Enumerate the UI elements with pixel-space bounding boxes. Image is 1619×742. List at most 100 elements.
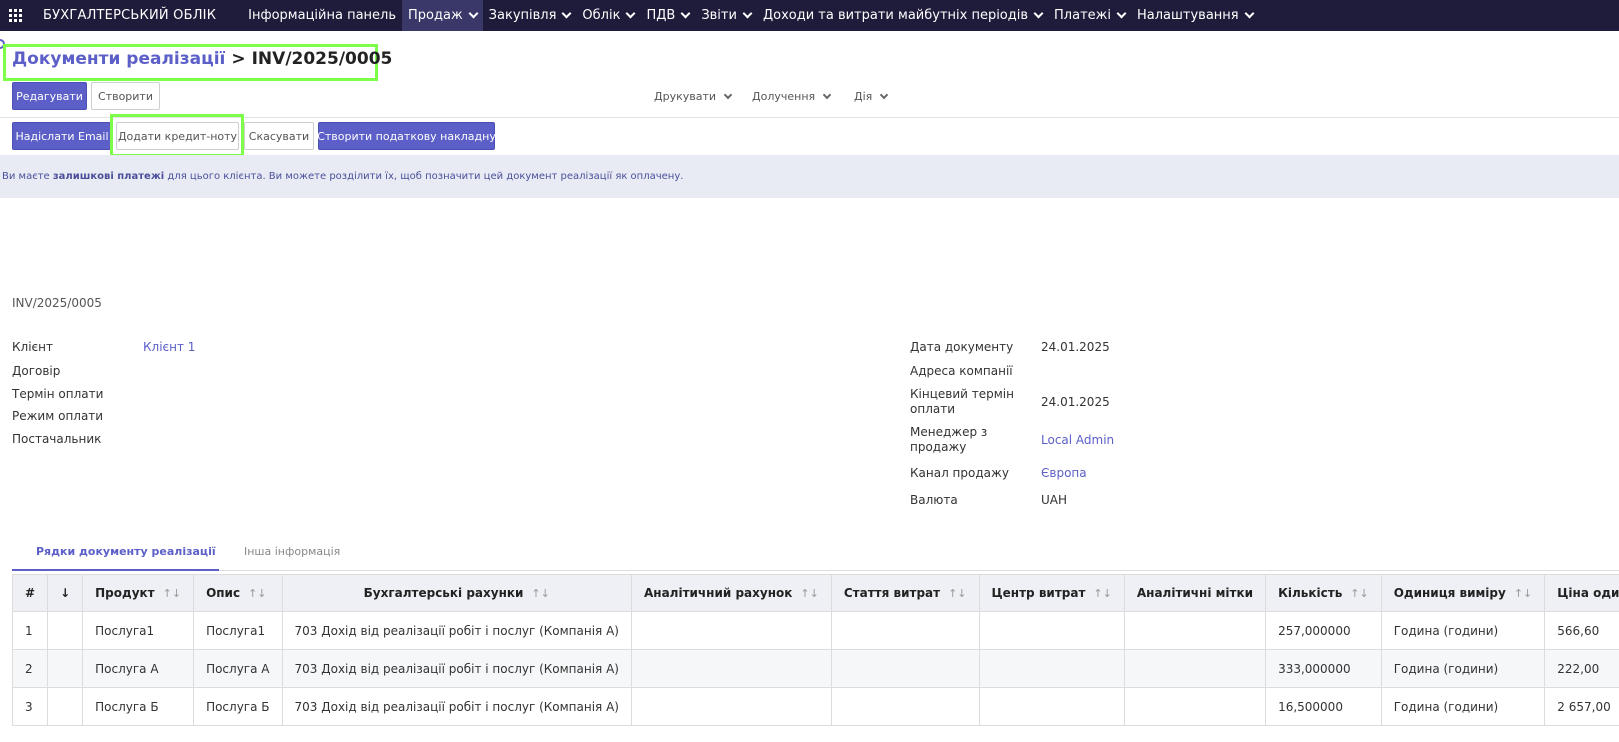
column-header-accounts[interactable]: Бухгалтерські рахунки ↑↓ bbox=[281, 574, 632, 612]
cell-uom[interactable]: Година (години) bbox=[1380, 649, 1546, 688]
cell-product[interactable]: Послуга Б bbox=[82, 687, 195, 726]
cell-quantity[interactable]: 257,000000 bbox=[1265, 611, 1382, 650]
alert-text: для цього клієнта. Ви можете розділити ї… bbox=[164, 171, 684, 182]
nav-deferred[interactable]: Доходи та витрати майбутніх періодів bbox=[757, 0, 1048, 31]
attachments-dropdown[interactable]: Долучення bbox=[752, 90, 832, 103]
column-header-product[interactable]: Продукт ↑↓ bbox=[82, 574, 195, 612]
cell-handle[interactable] bbox=[47, 611, 84, 650]
cell-uom[interactable]: Година (години) bbox=[1380, 687, 1546, 726]
column-header-analytic-account[interactable]: Аналітичний рахунок ↑↓ bbox=[630, 574, 832, 612]
nav-label: Інформаційна панель bbox=[248, 8, 397, 23]
cell-expense-item[interactable] bbox=[830, 687, 980, 726]
column-header-unit-price[interactable]: Ціна одиниці↑↓ bbox=[1544, 574, 1619, 612]
top-navbar: БУХГАЛТЕРСЬКИЙ ОБЛІК Інформаційна панель… bbox=[0, 0, 1619, 31]
sales-channel-value-link[interactable]: Європа bbox=[1041, 466, 1087, 480]
cell-expense-item[interactable] bbox=[830, 611, 980, 650]
nav-settings[interactable]: Налаштування bbox=[1131, 0, 1259, 31]
cell-unit-price[interactable]: 2 657,00 bbox=[1544, 687, 1619, 726]
table-row[interactable]: 2 Послуга А Послуга А 703 Дохід від реал… bbox=[11, 649, 1619, 688]
header-label: Одиниця виміру bbox=[1393, 586, 1506, 600]
chevron-down-icon bbox=[822, 90, 832, 99]
cell-description[interactable]: Послуга А bbox=[193, 649, 283, 688]
nav-label: Облік bbox=[582, 8, 621, 23]
manager-label-line: Менеджер з bbox=[910, 425, 988, 439]
cell-analytic-account[interactable] bbox=[630, 687, 832, 726]
tab-invoice-lines[interactable]: Рядки документу реалізації bbox=[36, 545, 216, 558]
column-header-quantity[interactable]: Кількість ↑↓ bbox=[1265, 574, 1382, 612]
cell-cost-center[interactable] bbox=[978, 649, 1125, 688]
chevron-down-icon bbox=[723, 90, 733, 99]
alert-text: Ви маєте bbox=[2, 171, 53, 182]
column-header-cost-center[interactable]: Центр витрат ↑↓ bbox=[978, 574, 1125, 612]
cell-uom[interactable]: Година (години) bbox=[1380, 611, 1546, 650]
alert-bold-link[interactable]: залишкові платежі bbox=[53, 171, 164, 182]
cell-handle[interactable] bbox=[47, 687, 84, 726]
column-header-expense-item[interactable]: Стаття витрат ↑↓ bbox=[830, 574, 980, 612]
chevron-down-icon bbox=[742, 8, 753, 19]
cell-quantity[interactable]: 16,500000 bbox=[1265, 687, 1382, 726]
outstanding-payments-alert: Ви маєте залишкові платежі для цього клі… bbox=[0, 155, 1619, 198]
nav-accounting[interactable]: Облік bbox=[576, 0, 640, 31]
column-header-description[interactable]: Опис ↑↓ bbox=[193, 574, 283, 612]
column-header-uom[interactable]: Одиниця виміру ↑↓ bbox=[1380, 574, 1546, 612]
app-name[interactable]: БУХГАЛТЕРСЬКИЙ ОБЛІК bbox=[43, 8, 216, 23]
cell-analytic-tags[interactable] bbox=[1123, 687, 1267, 726]
cell-cost-center[interactable] bbox=[978, 687, 1125, 726]
nav-dashboard[interactable]: Інформаційна панель bbox=[242, 0, 402, 31]
chevron-down-icon bbox=[626, 8, 636, 19]
cell-description[interactable]: Послуга1 bbox=[193, 611, 283, 650]
column-header-analytic-tags[interactable]: Аналітичні мітки bbox=[1123, 574, 1267, 612]
manager-label: Менеджер з продажу bbox=[910, 425, 987, 455]
cell-product[interactable]: Послуга А bbox=[82, 649, 195, 688]
cell-analytic-tags[interactable] bbox=[1123, 649, 1267, 688]
nav-payments[interactable]: Платежі bbox=[1048, 0, 1131, 31]
cell-unit-price[interactable]: 222,00 bbox=[1544, 649, 1619, 688]
cell-handle[interactable] bbox=[47, 649, 84, 688]
edit-button[interactable]: Редагувати bbox=[12, 82, 87, 110]
cell-cost-center[interactable] bbox=[978, 611, 1125, 650]
action-dropdown[interactable]: Дія bbox=[854, 90, 889, 103]
credit-note-highlight bbox=[110, 114, 244, 157]
chevron-down-icon bbox=[468, 8, 479, 19]
send-email-button[interactable]: Надіслати Email bbox=[12, 122, 112, 150]
header-label: Ціна одиниці bbox=[1557, 586, 1619, 600]
sort-icon: ↑↓ bbox=[162, 587, 182, 600]
cell-account[interactable]: 703 Дохід від реалізації робіт і послуг … bbox=[281, 687, 632, 726]
table-row[interactable]: 1 Послуга1 Послуга1 703 Дохід від реаліз… bbox=[11, 611, 1619, 650]
create-button[interactable]: Створити bbox=[91, 82, 160, 110]
apps-grid-icon[interactable] bbox=[0, 0, 31, 31]
sort-icon: ↑↓ bbox=[1350, 587, 1369, 600]
due-date-label: Кінцевий термін оплати bbox=[910, 387, 1014, 417]
manager-value-link[interactable]: Local Admin bbox=[1041, 433, 1114, 447]
cell-quantity[interactable]: 333,000000 bbox=[1265, 649, 1382, 688]
print-dropdown[interactable]: Друкувати bbox=[654, 90, 733, 103]
table-row[interactable]: 3 Послуга Б Послуга Б 703 Дохід від реал… bbox=[11, 687, 1619, 726]
client-value-link[interactable]: Клієнт 1 bbox=[143, 340, 195, 354]
nav-vat[interactable]: ПДВ bbox=[640, 0, 695, 31]
cancel-button[interactable]: Скасувати bbox=[244, 122, 314, 150]
nav-purchase[interactable]: Закупівля bbox=[483, 0, 577, 31]
cell-unit-price[interactable]: 566,60 bbox=[1544, 611, 1619, 650]
column-header-sequence[interactable]: ↓ bbox=[47, 574, 84, 612]
tab-other-info[interactable]: Інша інформація bbox=[244, 545, 340, 558]
table-header-row: # ↓ Продукт ↑↓ Опис ↑↓ Бухгалтерські рахун… bbox=[11, 574, 1619, 612]
nav-sales[interactable]: Продаж bbox=[402, 0, 483, 31]
cell-expense-item[interactable] bbox=[830, 649, 980, 688]
chevron-down-icon bbox=[880, 90, 889, 99]
cell-analytic-tags[interactable] bbox=[1123, 611, 1267, 650]
cell-num: 1 bbox=[11, 611, 49, 650]
cell-analytic-account[interactable] bbox=[630, 611, 832, 650]
cell-product[interactable]: Послуга1 bbox=[82, 611, 195, 650]
cell-account[interactable]: 703 Дохід від реалізації робіт і послуг … bbox=[281, 649, 632, 688]
nav-reports[interactable]: Звіти bbox=[695, 0, 757, 31]
nav-label: Доходи та витрати майбутніх періодів bbox=[762, 8, 1029, 23]
breadcrumb-parent-link[interactable]: Документи реалізації bbox=[12, 49, 225, 69]
sort-icon: ↑↓ bbox=[800, 587, 819, 600]
cell-description[interactable]: Послуга Б bbox=[193, 687, 283, 726]
dropdown-label: Друкувати bbox=[654, 90, 717, 103]
cell-account[interactable]: 703 Дохід від реалізації робіт і послуг … bbox=[281, 611, 632, 650]
cell-analytic-account[interactable] bbox=[630, 649, 832, 688]
create-tax-invoice-button[interactable]: Створити податкову накладну bbox=[317, 122, 496, 150]
sales-channel-label: Канал продажу bbox=[910, 466, 1009, 480]
active-tab-underline bbox=[12, 569, 219, 571]
